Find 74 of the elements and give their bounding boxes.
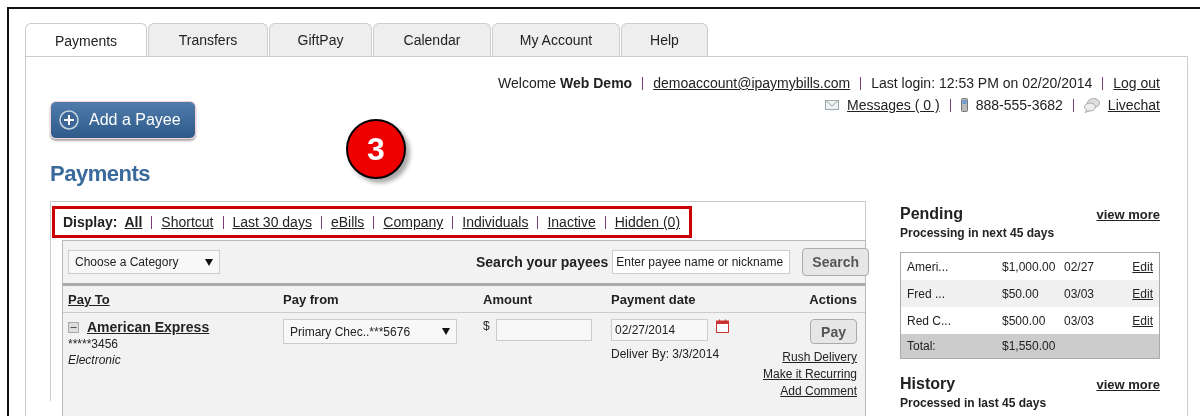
payee-cell-text: Fred ... <box>907 286 946 301</box>
last-login-text: Last login: 12:53 PM on 02/20/2014 <box>871 75 1093 91</box>
tab[interactable]: Transfers <box>148 23 268 56</box>
column-header: Actions <box>808 291 857 307</box>
messages-link[interactable]: Messages ( 0 ) <box>847 97 940 113</box>
pay-from-dropdown[interactable]: Primary Chec..***5676 <box>283 319 457 344</box>
column-header: Amount <box>483 291 534 307</box>
amount-cell-text: $500.00 <box>1002 313 1047 328</box>
welcome-text: Welcome Web Demo <box>498 75 633 91</box>
search-field[interactable]: Enter payee name or nickname <box>612 250 791 274</box>
pay-button[interactable]: Pay <box>810 319 857 344</box>
total-amount: $1,550.00 <box>1002 339 1057 353</box>
filter-link[interactable]: Hidden (0) <box>614 214 681 230</box>
edit-link[interactable]: Edit <box>1106 286 1153 301</box>
view-more-link[interactable]: view more <box>1096 377 1160 392</box>
history-subtitle: Processed in last 45 days <box>900 396 1048 410</box>
column-header: Pay from <box>283 291 340 307</box>
livechat-link[interactable]: Livechat <box>1107 97 1160 113</box>
amount-cell-text: $1,000.00 <box>1002 259 1057 274</box>
payment-method: Electronic <box>68 353 122 367</box>
search-label: Search your payees <box>476 254 609 270</box>
pending-subtitle: Processing in next 45 days <box>900 226 1056 240</box>
email-link[interactable]: demoaccount@ipaymybills.com <box>653 75 851 91</box>
history-title: History <box>900 375 956 393</box>
tab[interactable]: GiftPay <box>269 23 372 56</box>
amount-field[interactable] <box>495 319 592 341</box>
action-link[interactable]: Make it Recurring <box>762 367 857 381</box>
action-link[interactable]: Add Comment <box>780 384 857 398</box>
phone-number: 888-555-3682 <box>975 97 1063 113</box>
envelope-icon <box>825 100 840 110</box>
edit-link[interactable]: Edit <box>1106 259 1153 274</box>
date-cell-text: 03/03 <box>1064 286 1096 301</box>
payee-cell-text: Ameri... <box>907 259 950 274</box>
caret-icon <box>205 258 213 266</box>
date-cell-text: 02/27 <box>1064 259 1096 274</box>
category-dropdown[interactable]: Choose a Category <box>68 250 220 274</box>
date-cell-text: 03/03 <box>1064 313 1096 328</box>
total-label: Total: <box>907 339 937 353</box>
deliver-by-text: Deliver By: 3/3/2014 <box>611 347 721 361</box>
logout-link[interactable]: Log out <box>1113 75 1160 91</box>
chat-bubbles-icon <box>1083 97 1100 113</box>
filter-link[interactable]: eBills <box>330 214 365 230</box>
calendar-icon[interactable] <box>716 319 729 333</box>
edit-link[interactable]: Edit <box>1106 313 1153 328</box>
column-header: Payment date <box>611 291 697 307</box>
plus-icon <box>59 110 79 130</box>
add-payee-button[interactable]: Add a Payee <box>50 101 196 139</box>
action-link[interactable]: Rush Delivery <box>782 350 857 364</box>
display-label: Display: <box>63 214 118 230</box>
filter-link[interactable]: Inactive <box>547 214 596 230</box>
payee-name-link[interactable]: American Express <box>87 319 210 335</box>
step-number-badge: 3 <box>346 119 406 179</box>
payee-cell-text: Red C... <box>907 313 952 328</box>
currency-symbol: $ <box>483 319 490 333</box>
search-button[interactable]: Search <box>802 248 869 276</box>
view-more-link[interactable]: view more <box>1096 207 1160 222</box>
filter-link[interactable]: Last 30 days <box>232 214 312 230</box>
date-field[interactable]: 02/27/2014 <box>611 319 708 341</box>
collapse-icon[interactable] <box>68 321 79 333</box>
caret-icon <box>442 328 450 335</box>
column-header-link[interactable]: Pay To <box>68 291 283 307</box>
page-heading: Payments <box>50 161 151 187</box>
amount-cell-text: $50.00 <box>1002 286 1040 301</box>
tab[interactable]: My Account <box>492 23 620 56</box>
filter-link[interactable]: Shortcut <box>161 214 214 230</box>
phone-icon <box>960 98 968 112</box>
account-number: *****3456 <box>68 337 120 351</box>
pending-title: Pending <box>900 205 964 223</box>
tab[interactable]: Help <box>621 23 708 56</box>
filter-link[interactable]: All <box>124 214 143 230</box>
tab[interactable]: Calendar <box>373 23 491 56</box>
filter-link[interactable]: Company <box>383 214 444 230</box>
filter-link[interactable]: Individuals <box>462 214 529 230</box>
tab[interactable]: Payments <box>25 23 147 57</box>
